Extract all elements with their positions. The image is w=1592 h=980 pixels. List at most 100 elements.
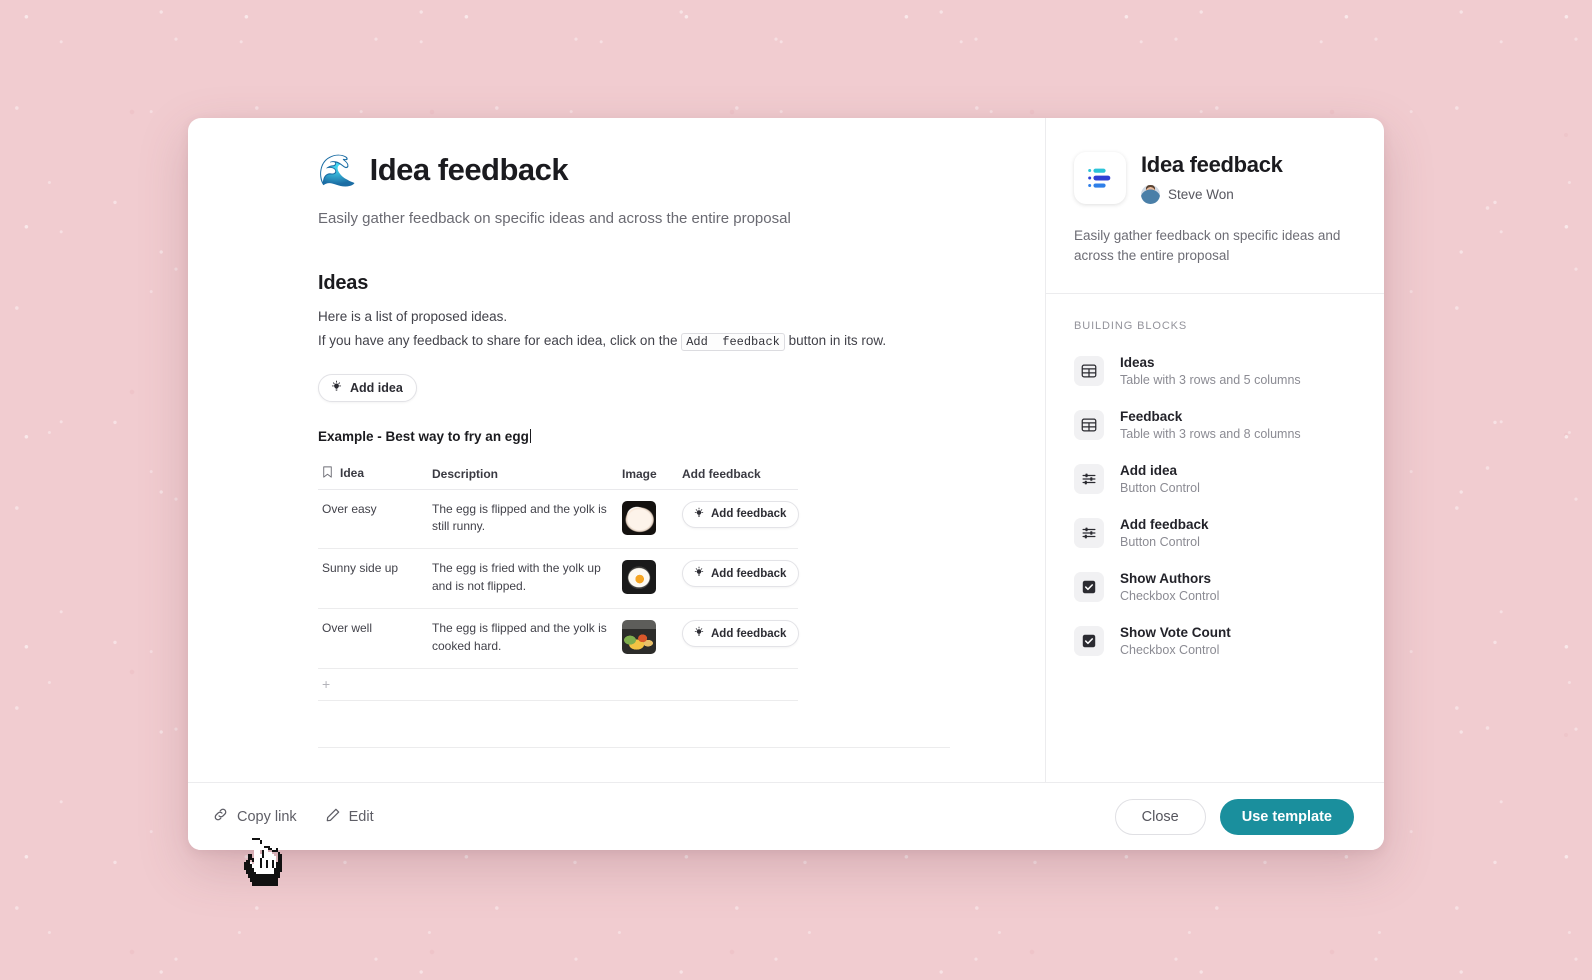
mouse-cursor (238, 836, 286, 892)
poached-egg-thumbnail (622, 500, 656, 535)
building-block-item[interactable]: Ideas Table with 3 rows and 5 columns (1074, 344, 1356, 398)
add-feedback-inline-code: Add feedback (681, 332, 785, 351)
template-preview-modal: 🌊 Idea feedback Easily gather feedback o… (188, 118, 1384, 850)
add-feedback-button-label: Add feedback (711, 508, 787, 521)
cell-idea: Over well (318, 608, 428, 669)
lightbulb-icon (693, 507, 705, 522)
template-description: Easily gather feedback on specific ideas… (1074, 228, 1341, 263)
column-header-idea-label: Idea (340, 466, 365, 481)
table-icon (1074, 356, 1104, 387)
building-blocks-label: BUILDING BLOCKS (1074, 320, 1188, 333)
table-row[interactable]: Over easy The egg is flipped and the yol… (318, 489, 800, 550)
building-block-subtitle: Button Control (1120, 481, 1200, 496)
bookmark-icon (322, 465, 333, 481)
add-feedback-button[interactable]: Add feedback (682, 500, 800, 528)
footer-left-actions: Copy link Edit (212, 806, 374, 827)
add-idea-button-label: Add idea (350, 380, 403, 395)
sliders-icon (1074, 464, 1104, 495)
building-block-item[interactable]: Add feedback Button Control (1074, 506, 1356, 560)
lightbulb-icon (693, 626, 705, 641)
copy-link-label: Copy link (237, 808, 297, 825)
column-header-description[interactable]: Description (428, 465, 618, 490)
ideas-paragraph-2: If you have any feedback to share for ea… (318, 331, 973, 352)
cell-description: The egg is flipped and the yolk is still… (428, 489, 618, 550)
ideas-paragraph-1: Here is a list of proposed ideas. (318, 308, 508, 324)
building-block-name: Add feedback (1120, 517, 1209, 533)
cell-image (618, 489, 678, 550)
ideas-table-header-row: Idea Description Image Add feedback (318, 465, 798, 490)
section-divider (318, 746, 950, 748)
cell-idea: Over easy (318, 489, 428, 550)
edit-label: Edit (348, 808, 374, 825)
column-header-idea[interactable]: Idea (318, 465, 428, 490)
column-header-image[interactable]: Image (618, 465, 678, 490)
building-block-name: Show Authors (1120, 571, 1211, 587)
building-block-subtitle: Checkbox Control (1120, 589, 1220, 604)
building-block-name: Show Vote Count (1120, 625, 1231, 641)
example-caption[interactable]: Example - Best way to fry an egg (318, 428, 531, 444)
template-info-pane: Idea feedback Steve Won Easily gather fe… (1045, 118, 1384, 782)
cell-idea: Sunny side up (318, 548, 428, 610)
document-subtitle: Easily gather feedback on specific ideas… (318, 210, 791, 227)
table-row[interactable]: Over well The egg is flipped and the yol… (318, 608, 800, 669)
ideas-paragraph-2-after: button in its row. (784, 332, 887, 348)
ideas-section-heading: Ideas (318, 271, 369, 294)
cell-add-feedback: Add feedback (678, 489, 800, 550)
modal-footer: Copy link Edit Close Use template (188, 782, 1384, 850)
building-block-item[interactable]: Show Authors Checkbox Control (1074, 560, 1356, 614)
fried-egg-plate-thumbnail (622, 620, 656, 655)
column-header-add-feedback[interactable]: Add feedback (678, 465, 798, 490)
water-wave-emoji: 🌊 (318, 152, 357, 188)
lightbulb-icon (330, 380, 343, 396)
edit-button[interactable]: Edit (325, 807, 374, 827)
footer-right-actions: Close Use template (1114, 798, 1354, 835)
lightbulb-icon (693, 566, 705, 581)
building-block-item[interactable]: Feedback Table with 3 rows and 8 columns (1074, 398, 1356, 452)
document-preview-pane: 🌊 Idea feedback Easily gather feedback o… (188, 118, 1045, 782)
example-caption-text: Example - Best way to fry an egg (318, 428, 529, 444)
checkbox-icon (1074, 572, 1104, 603)
template-title: Idea feedback (1141, 152, 1283, 177)
text-cursor-caret (529, 428, 531, 443)
avatar (1141, 185, 1160, 204)
add-feedback-button-label: Add feedback (711, 567, 787, 580)
add-idea-button-wrapper: Add idea (318, 373, 973, 402)
sliders-icon (1074, 518, 1104, 549)
document-title-row: 🌊 Idea feedback (318, 152, 973, 188)
building-block-subtitle: Button Control (1120, 535, 1200, 550)
ideas-paragraph-2-before: If you have any feedback to share for ea… (318, 332, 682, 348)
pencil-icon (325, 807, 341, 827)
checkbox-icon (1074, 626, 1104, 657)
building-block-name: Feedback (1120, 409, 1183, 425)
template-info-header: Idea feedback Steve Won Easily gather fe… (1046, 118, 1384, 295)
table-row[interactable]: Sunny side up The egg is fried with the … (318, 548, 800, 610)
cell-image (618, 608, 678, 669)
building-block-subtitle: Checkbox Control (1120, 643, 1220, 658)
modal-body: 🌊 Idea feedback Easily gather feedback o… (188, 118, 1384, 782)
add-feedback-button-label: Add feedback (711, 627, 787, 640)
cell-add-feedback: Add feedback (678, 608, 800, 669)
ideas-table: Idea Description Image Add feedback Over… (318, 465, 800, 669)
cell-description: The egg is fried with the yolk up and is… (428, 548, 618, 610)
building-block-subtitle: Table with 3 rows and 8 columns (1120, 427, 1301, 442)
idea-feedback-app-icon (1074, 152, 1126, 204)
cell-image (618, 548, 678, 610)
building-block-name: Ideas (1120, 355, 1155, 371)
building-block-item[interactable]: Show Vote Count Checkbox Control (1074, 614, 1356, 668)
building-blocks-list: BUILDING BLOCKS Ideas Table with 3 rows … (1046, 294, 1384, 668)
building-block-subtitle: Table with 3 rows and 5 columns (1120, 373, 1301, 388)
author-name: Steve Won (1168, 187, 1234, 202)
add-feedback-button[interactable]: Add feedback (682, 560, 800, 588)
use-template-button[interactable]: Use template (1219, 798, 1354, 835)
add-table-row-button[interactable]: + (318, 669, 798, 701)
add-feedback-button[interactable]: Add feedback (682, 620, 800, 648)
add-idea-button[interactable]: Add idea (318, 373, 417, 402)
cell-description: The egg is flipped and the yolk is cooke… (428, 608, 618, 669)
cell-add-feedback: Add feedback (678, 548, 800, 610)
building-block-item[interactable]: Add idea Button Control (1074, 452, 1356, 506)
page-title: Idea feedback (369, 152, 569, 187)
close-button[interactable]: Close (1114, 798, 1206, 835)
copy-link-button[interactable]: Copy link (212, 806, 297, 827)
building-block-name: Add idea (1120, 463, 1178, 479)
template-author: Steve Won (1141, 185, 1283, 204)
